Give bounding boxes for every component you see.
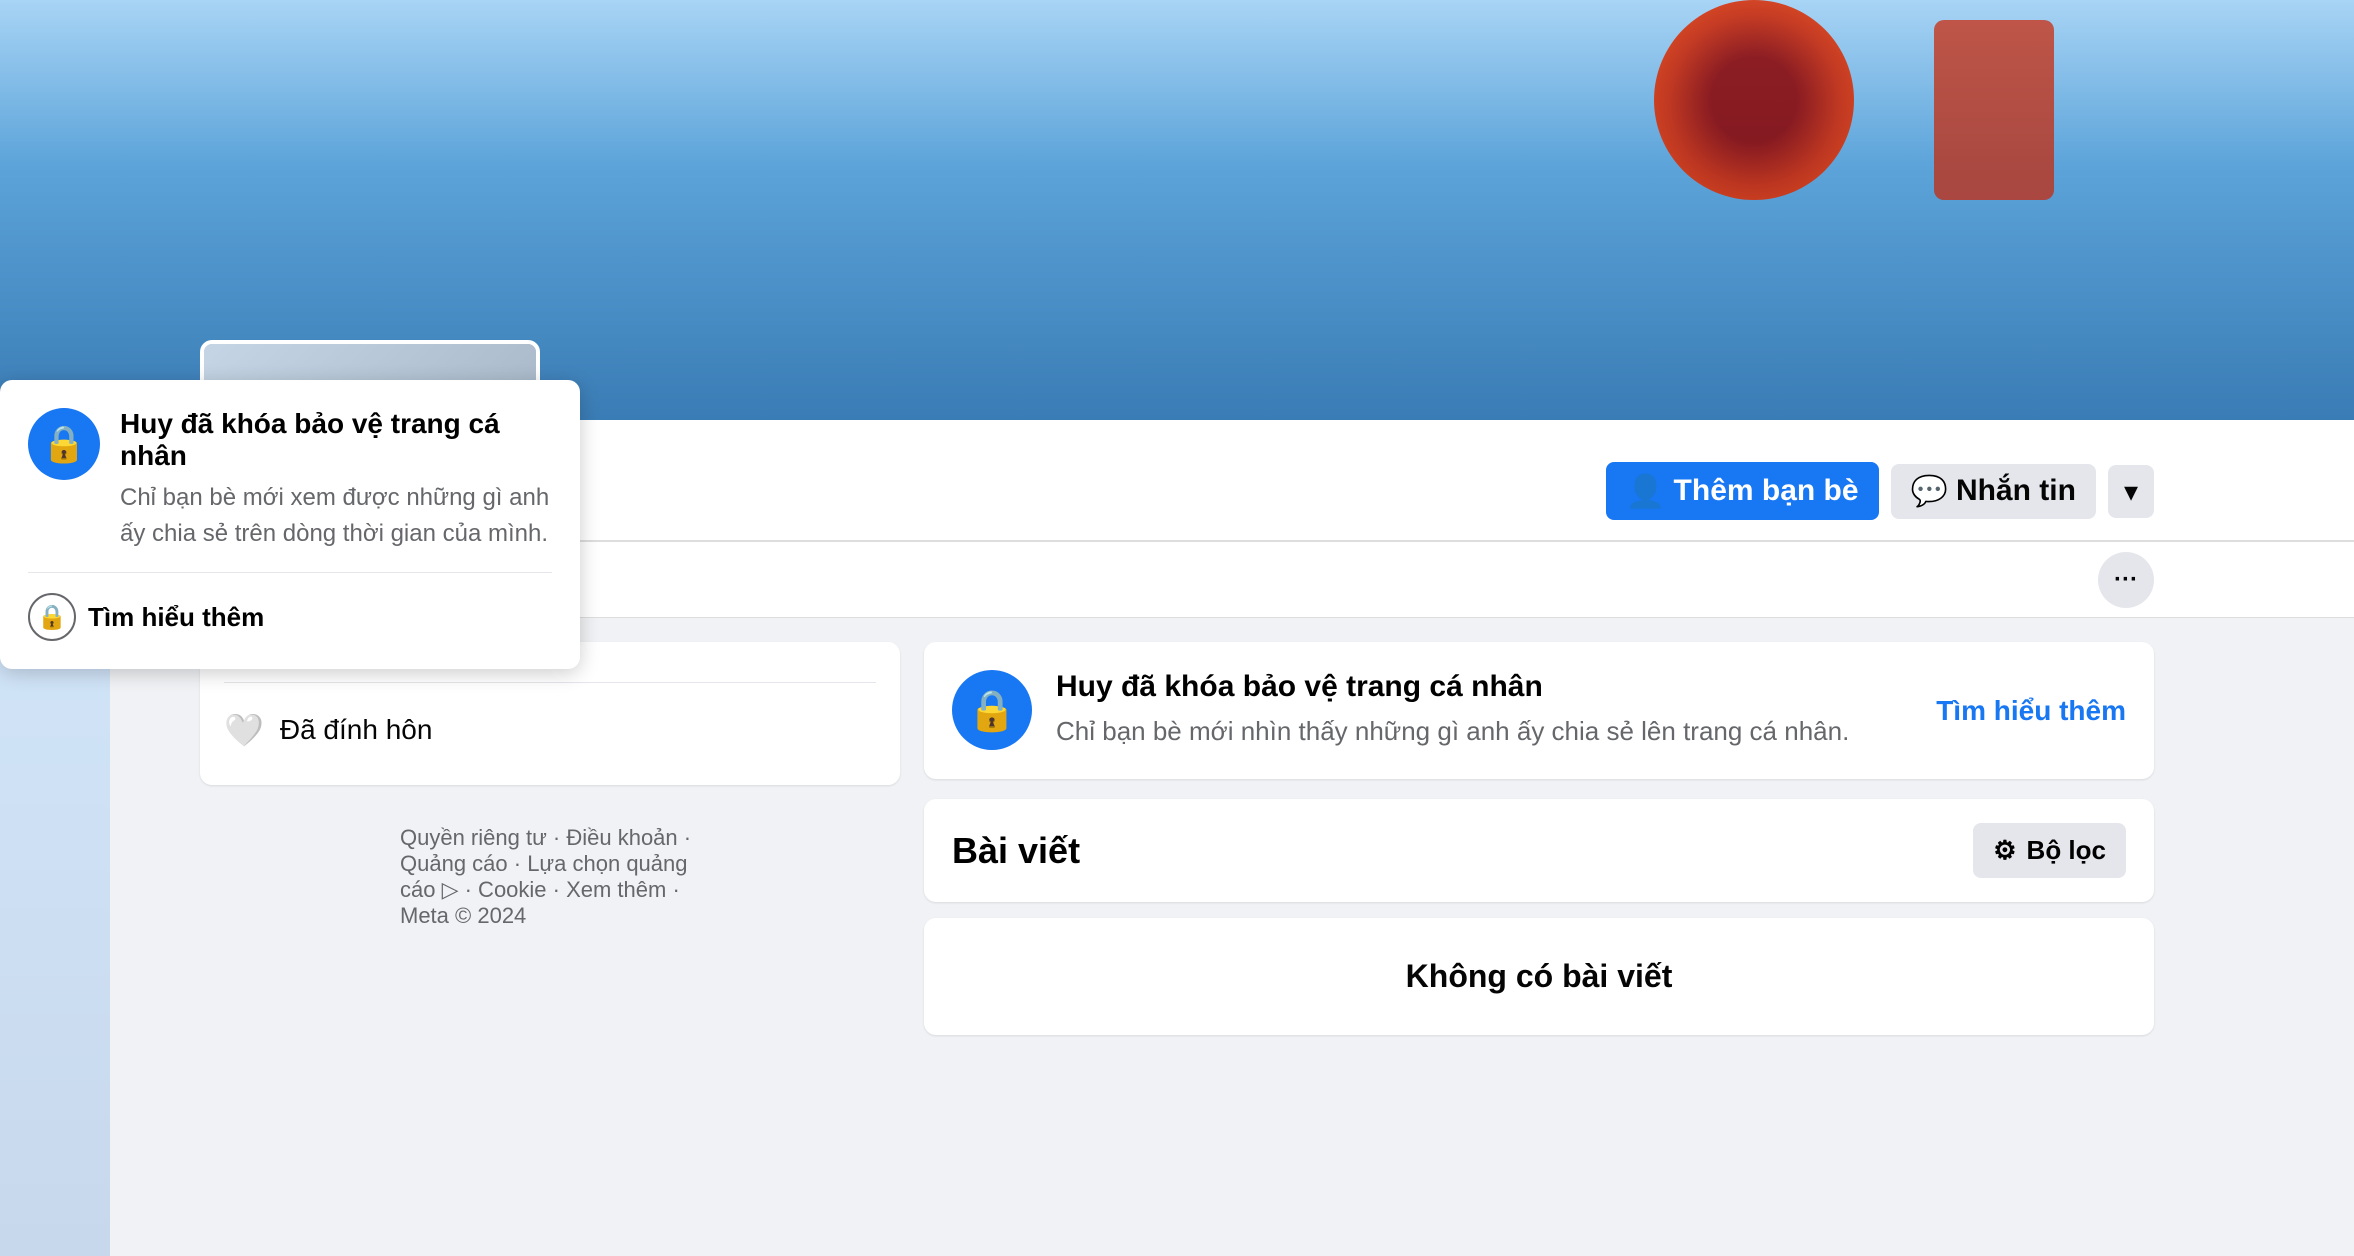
- info-divider: [224, 682, 876, 683]
- right-column: 🔒 Huy đã khóa bảo vệ trang cá nhân Chỉ b…: [924, 642, 2154, 1035]
- privacy-card-title: Huy đã khóa bảo vệ trang cá nhân: [1056, 670, 1849, 704]
- footer: Quyền riêng tư · Điều khoản · Quảng cáo …: [200, 805, 900, 949]
- main-content: 🤍 Đã đính hôn Quyền riêng tư · Điều khoả…: [0, 618, 2354, 1059]
- add-friend-label: Thêm bạn bè: [1674, 474, 1859, 508]
- filter-label: Bộ lọc: [2027, 835, 2106, 866]
- tooltip-learn-label: Tìm hiểu thêm: [88, 602, 264, 633]
- relationship-icon: 🤍: [224, 711, 264, 749]
- profile-actions: 👤 Thêm bạn bè 💬 Nhắn tin ▾: [1606, 462, 2154, 540]
- no-posts-message: Không có bài viết: [924, 918, 2154, 1035]
- privacy-learn-more-link[interactable]: Tìm hiểu thêm: [1936, 695, 2126, 727]
- no-posts-label: Không có bài viết: [1406, 958, 1673, 994]
- message-icon: 💬: [1911, 474, 1948, 509]
- more-icon: ▾: [2124, 476, 2138, 507]
- tooltip-title: Huy đã khóa bảo vệ trang cá nhân: [120, 408, 552, 472]
- relationship-label: Đã đính hôn: [280, 714, 433, 746]
- tooltip-learn-icon: 🔒: [28, 593, 76, 641]
- tooltip-top: 🔒 Huy đã khóa bảo vệ trang cá nhân Chỉ b…: [28, 408, 552, 552]
- tooltip-learn-more[interactable]: 🔒 Tìm hiểu thêm: [28, 593, 552, 641]
- add-friend-icon: 👤: [1626, 472, 1666, 510]
- privacy-text: Huy đã khóa bảo vệ trang cá nhân Chỉ bạn…: [1056, 670, 1849, 751]
- privacy-card-desc: Chỉ bạn bè mới nhìn thấy những gì anh ấy…: [1056, 712, 1849, 751]
- privacy-shield-icon: 🔒: [952, 670, 1032, 750]
- nav-more-dots: ···: [2114, 566, 2138, 594]
- left-column: 🤍 Đã đính hôn Quyền riêng tư · Điều khoả…: [200, 642, 900, 949]
- footer-line1: Quyền riêng tư · Điều khoản · Quảng cáo …: [400, 825, 700, 929]
- tooltip-text: Huy đã khóa bảo vệ trang cá nhân Chỉ bạn…: [120, 408, 552, 552]
- cover-figure-1: [1654, 0, 1854, 200]
- nav-more-button[interactable]: ···: [2098, 552, 2154, 608]
- message-label: Nhắn tin: [1956, 474, 2076, 508]
- filter-button[interactable]: ⚙ Bộ lọc: [1973, 823, 2126, 878]
- filter-icon: ⚙: [1993, 835, 2016, 866]
- cover-figure-2: [1934, 20, 2054, 200]
- more-button[interactable]: ▾: [2108, 465, 2154, 518]
- tooltip-shield-icon: 🔒: [28, 408, 100, 480]
- add-friend-button[interactable]: 👤 Thêm bạn bè: [1606, 462, 1879, 520]
- posts-header: Bài viết ⚙ Bộ lọc: [924, 799, 2154, 902]
- message-button[interactable]: 💬 Nhắn tin: [1891, 464, 2096, 519]
- privacy-tooltip-popup: 🔒 Huy đã khóa bảo vệ trang cá nhân Chỉ b…: [0, 380, 580, 669]
- tooltip-divider: [28, 572, 552, 573]
- tooltip-desc: Chỉ bạn bè mới xem được những gì anh ấy …: [120, 480, 552, 552]
- relationship-item: 🤍 Đã đính hôn: [224, 699, 876, 761]
- profile-name-area: [540, 524, 1606, 540]
- privacy-card: 🔒 Huy đã khóa bảo vệ trang cá nhân Chỉ b…: [924, 642, 2154, 779]
- posts-title: Bài viết: [952, 830, 1080, 872]
